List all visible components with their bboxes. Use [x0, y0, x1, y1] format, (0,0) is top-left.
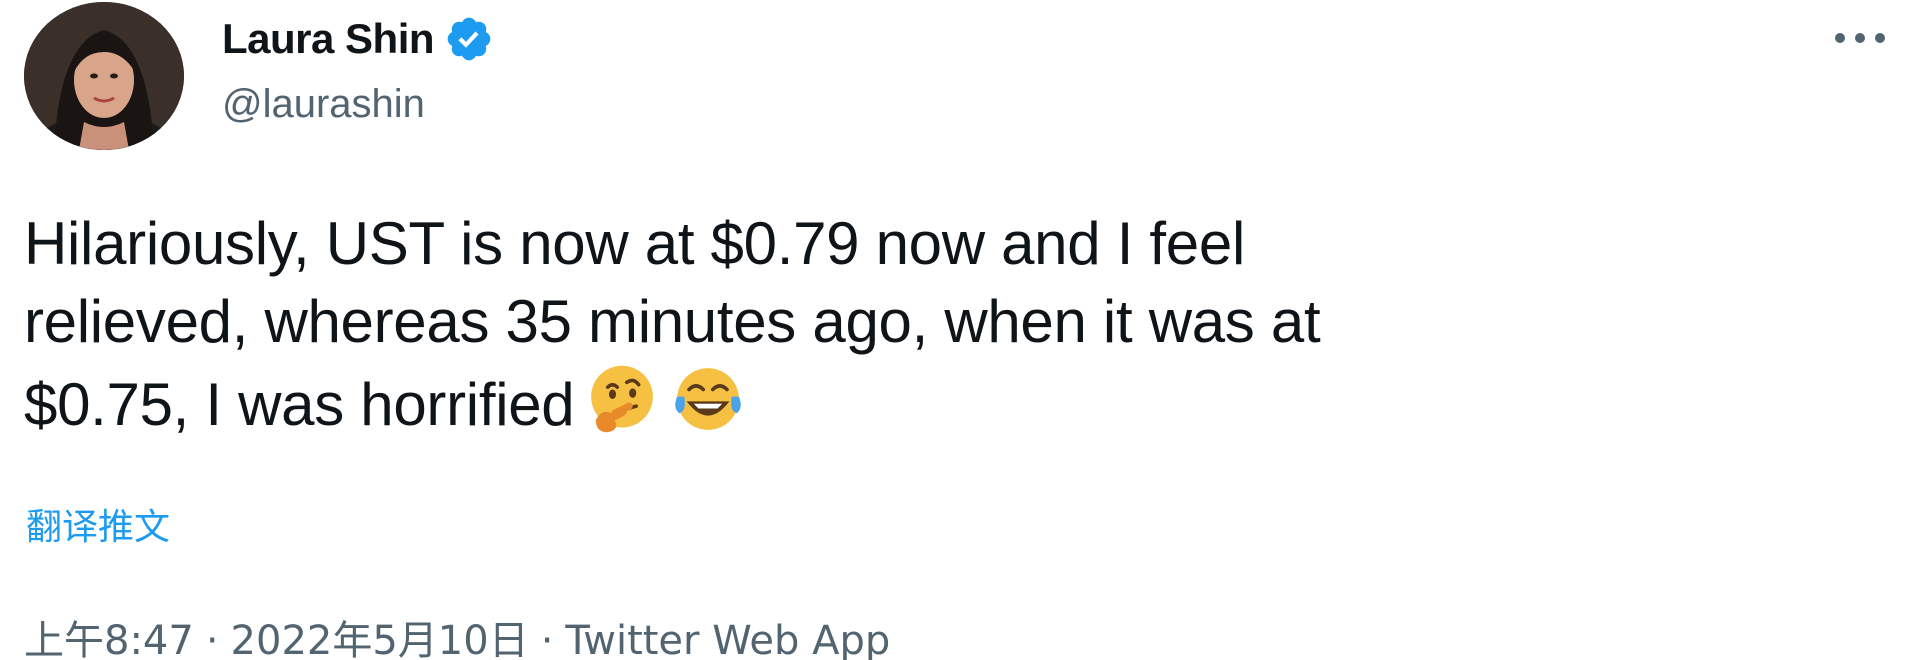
tweet-date[interactable]: 2022年5月10日 [231, 618, 529, 660]
tweet-text-line: $0.75, I was horrified [24, 361, 1784, 444]
thinking-face-icon [584, 361, 660, 437]
tweet-time[interactable]: 上午8:47 [24, 618, 194, 660]
tweet-card: Laura Shin @laurashin Hilariously, UST i… [0, 0, 1908, 660]
face-with-tears-of-joy-icon [670, 361, 746, 437]
user-info: Laura Shin @laurashin [222, 10, 494, 127]
name-row: Laura Shin [222, 10, 494, 68]
tweet-text-line: relieved, whereas 35 minutes ago, when i… [24, 288, 1321, 355]
tweet-text-fragment: $0.75, I was horrified [24, 371, 575, 438]
tweet-source[interactable]: Twitter Web App [565, 618, 890, 660]
tweet-text: Hilariously, UST is now at $0.79 now and… [24, 205, 1784, 444]
separator: · [540, 618, 554, 660]
display-name[interactable]: Laura Shin [222, 15, 435, 63]
user-handle[interactable]: @laurashin [222, 82, 494, 127]
more-horizontal-icon [1835, 33, 1885, 43]
translate-tweet-link[interactable]: 翻译推文 [26, 498, 170, 550]
verified-badge-icon [444, 14, 494, 64]
more-options-button[interactable] [1830, 18, 1890, 58]
separator: · [205, 618, 219, 660]
avatar[interactable] [24, 2, 184, 150]
tweet-text-line: Hilariously, UST is now at $0.79 now and… [24, 210, 1245, 277]
tweet-metadata: 上午8:47 · 2022年5月10日 · Twitter Web App [24, 608, 890, 660]
